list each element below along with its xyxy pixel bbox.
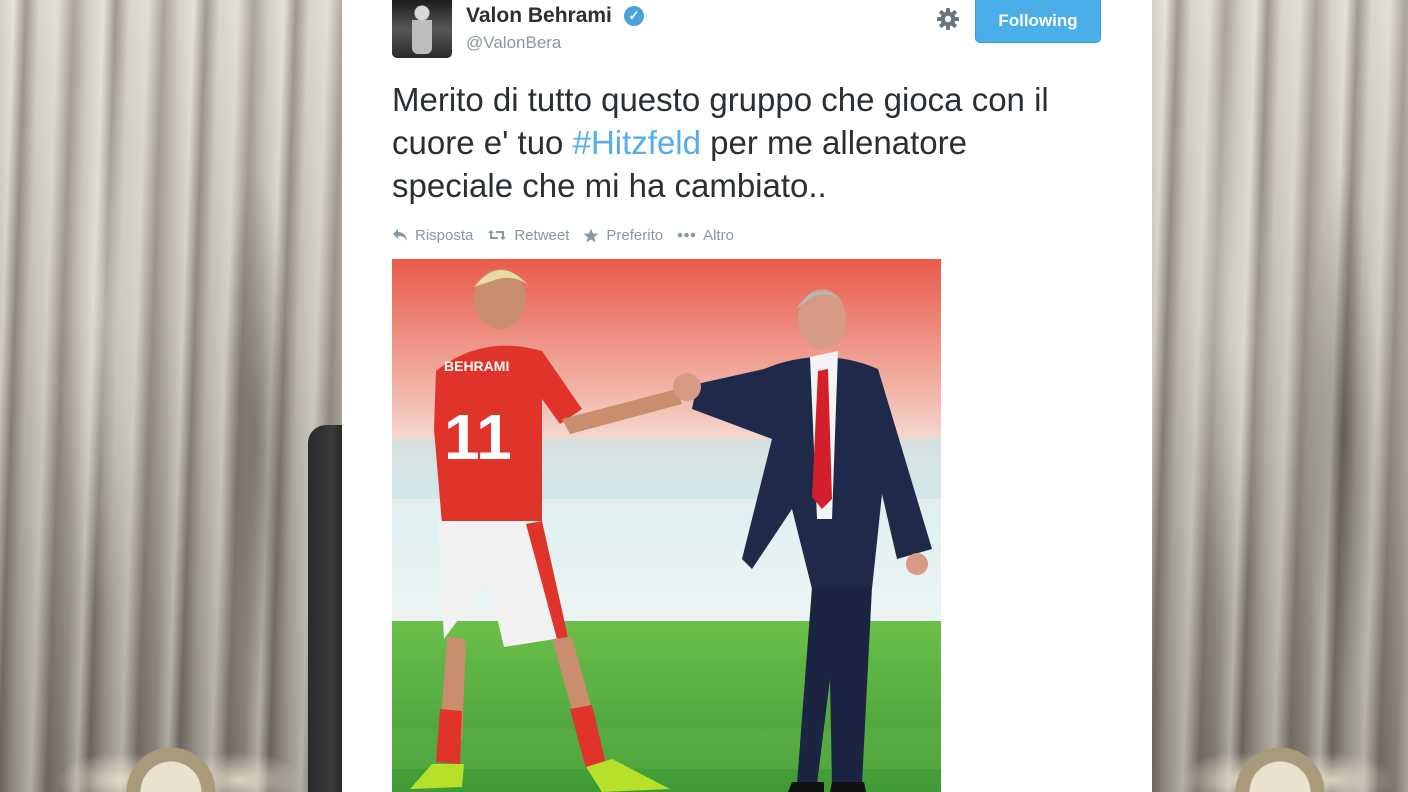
more-action[interactable]: Altro <box>677 227 734 244</box>
jersey-name: BEHRAMI <box>444 358 509 374</box>
star-icon <box>583 228 599 242</box>
background-right <box>1152 0 1408 792</box>
tweet-photo[interactable]: BEHRAMI 11 <box>392 259 941 792</box>
reply-icon <box>393 229 407 241</box>
favorite-label: Preferito <box>606 226 664 244</box>
reply-action[interactable]: Risposta <box>392 227 473 244</box>
avatar[interactable] <box>392 0 452 58</box>
retweet-action[interactable]: Retweet <box>487 227 569 244</box>
more-dots-icon <box>677 232 696 238</box>
hashtag-link[interactable]: #Hitzfeld <box>573 124 701 161</box>
reply-label: Risposta <box>415 226 474 244</box>
verified-badge-icon: ✓ <box>624 6 644 26</box>
more-label: Altro <box>703 226 734 244</box>
author-handle[interactable]: @ValonBera <box>466 33 561 53</box>
photo-illustration: BEHRAMI 11 <box>392 259 941 792</box>
favorite-action[interactable]: Preferito <box>583 227 663 244</box>
jersey-number: 11 <box>444 401 512 473</box>
tweet-actions: Risposta Retweet Preferito Altro <box>392 224 748 246</box>
gear-icon[interactable] <box>935 6 961 32</box>
avatar-person <box>412 4 432 54</box>
following-button[interactable]: Following <box>975 0 1101 43</box>
author-name[interactable]: Valon Behrami <box>466 4 612 28</box>
retweet-icon <box>488 230 507 240</box>
tweet-card: Valon Behrami ✓ @ValonBera Following Mer… <box>342 0 1152 792</box>
baroque-ornament <box>0 672 342 792</box>
background-left <box>0 0 342 792</box>
tweet-text: Merito di tutto questo gruppo che gioca … <box>392 78 1072 207</box>
baroque-ornament <box>1152 672 1408 792</box>
retweet-label: Retweet <box>514 226 570 244</box>
